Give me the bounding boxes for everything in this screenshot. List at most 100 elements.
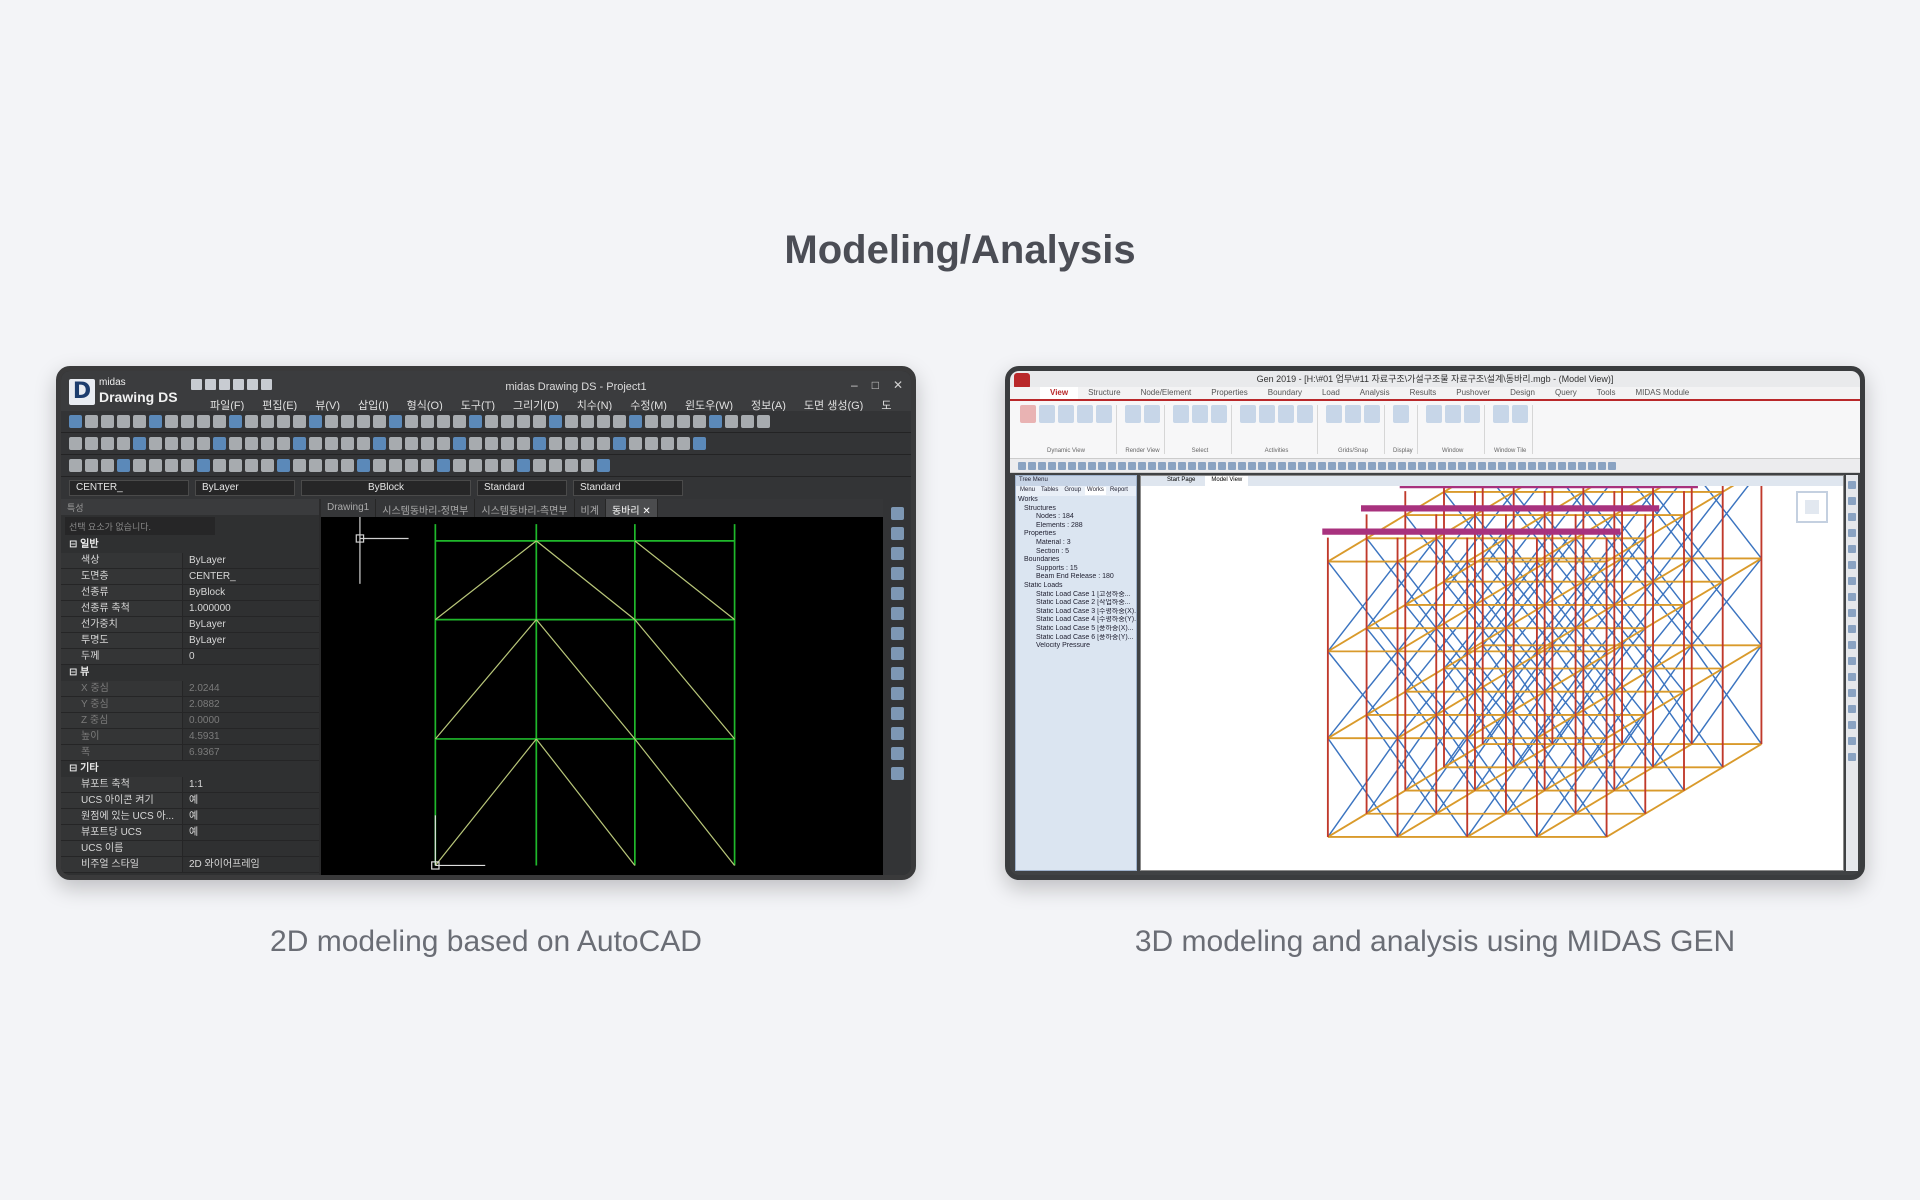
tree-item[interactable]: Static Loads (1016, 582, 1136, 591)
dim-style-select[interactable]: Standard (573, 480, 683, 496)
tool-icon[interactable] (1848, 737, 1856, 745)
toolbar-tool-icon[interactable] (645, 415, 658, 428)
toolbar-tool-icon[interactable] (565, 437, 578, 450)
toolbar-tool-icon[interactable] (1228, 461, 1236, 470)
toolbar-tool-icon[interactable] (1338, 461, 1346, 470)
toolbar-tool-icon[interactable] (597, 437, 610, 450)
toolbar-tool-icon[interactable] (357, 437, 370, 450)
property-row[interactable]: 높이 4.5931 (61, 729, 319, 745)
property-row[interactable]: 선가중치 ByLayer (61, 617, 319, 633)
toolbar-tool-icon[interactable] (1138, 461, 1146, 470)
tool-icon[interactable] (1848, 481, 1856, 489)
toolbar-tool-icon[interactable] (517, 459, 530, 472)
property-row[interactable]: 투명도 ByLayer (61, 633, 319, 649)
ribbon-tool-icon[interactable] (1278, 405, 1294, 423)
toolbar-tool-icon[interactable] (181, 415, 194, 428)
toolbar-tool-icon[interactable] (373, 415, 386, 428)
toolbar-tool-icon[interactable] (709, 415, 722, 428)
tool-icon[interactable] (890, 587, 904, 600)
minimize-icon[interactable]: – (851, 378, 858, 392)
toolbar-tool-icon[interactable] (261, 415, 274, 428)
tool-icon[interactable] (890, 527, 904, 540)
toolbar-tool-icon[interactable] (421, 415, 434, 428)
toolbar-tool-icon[interactable] (581, 437, 594, 450)
toolbar-tool-icon[interactable] (1478, 461, 1486, 470)
toolbar-tool-icon[interactable] (85, 459, 98, 472)
document-tab[interactable]: Drawing1 (321, 499, 377, 517)
toolbar-tool-icon[interactable] (325, 415, 338, 428)
toolbar-tool-icon[interactable] (1018, 461, 1026, 470)
toolbar-tool-icon[interactable] (213, 437, 226, 450)
tree-tab[interactable]: Works (1085, 487, 1106, 495)
toolbar-tool-icon[interactable] (1068, 461, 1076, 470)
toolbar-tool-icon[interactable] (405, 459, 418, 472)
tool-icon[interactable] (890, 647, 904, 660)
tool-icon[interactable] (1848, 609, 1856, 617)
toolbar-tool-icon[interactable] (133, 459, 146, 472)
property-row[interactable]: 원점에 있는 UCS 아... 예 (61, 809, 319, 825)
toolbar-tool-icon[interactable] (533, 437, 546, 450)
toolbar-tool-icon[interactable] (1298, 461, 1306, 470)
toolbar-tool-icon[interactable] (405, 415, 418, 428)
property-row[interactable]: 폭 6.9367 (61, 745, 319, 761)
ribbon-tab[interactable]: Query (1545, 387, 1587, 399)
tool-icon[interactable] (890, 707, 904, 720)
toolbar-tool-icon[interactable] (1418, 461, 1426, 470)
toolbar-tool-icon[interactable] (1608, 461, 1616, 470)
ribbon-tool-icon[interactable] (1463, 405, 1480, 423)
toolbar-tool-icon[interactable] (1188, 461, 1196, 470)
property-row[interactable]: 두께 0 (61, 649, 319, 665)
toolbar-tool-icon[interactable] (1058, 461, 1066, 470)
toolbar-tool-icon[interactable] (245, 415, 258, 428)
ribbon-tool-icon[interactable] (1444, 405, 1461, 423)
tool-icon[interactable] (1848, 593, 1856, 601)
tool-icon[interactable] (1848, 689, 1856, 697)
property-category[interactable]: ⊟ 뷰 (61, 665, 319, 681)
tool-icon[interactable] (890, 507, 904, 520)
ribbon-tab[interactable]: Results (1400, 387, 1447, 399)
toolbar-tool-icon[interactable] (149, 415, 162, 428)
toolbar-tool-icon[interactable] (453, 437, 466, 450)
toolbar-tool-icon[interactable] (1198, 461, 1206, 470)
toolbar-tool-icon[interactable] (293, 415, 306, 428)
toolbar-tool-icon[interactable] (1208, 461, 1216, 470)
view-tab[interactable]: Start Page (1161, 476, 1201, 486)
property-row[interactable]: 도면층 CENTER_ (61, 569, 319, 585)
toolbar-tool-icon[interactable] (1528, 461, 1536, 470)
toolbar-tool-icon[interactable] (597, 415, 610, 428)
document-tab[interactable]: 비계 (575, 499, 606, 517)
tool-icon[interactable] (1848, 625, 1856, 633)
maximize-icon[interactable]: □ (872, 378, 879, 392)
toolbar-tool-icon[interactable] (165, 459, 178, 472)
toolbar-tool-icon[interactable] (1518, 461, 1526, 470)
toolbar-tool-icon[interactable] (437, 459, 450, 472)
tree-item[interactable]: Beam End Release : 180 (1016, 573, 1136, 582)
toolbar-tool-icon[interactable] (677, 415, 690, 428)
toolbar-tool-icon[interactable] (149, 437, 162, 450)
ribbon-tool-icon[interactable] (1039, 405, 1055, 423)
property-row[interactable]: 선종류 축척 1.000000 (61, 601, 319, 617)
ribbon-tool-icon[interactable] (1511, 405, 1528, 423)
toolbar-tool-icon[interactable] (1048, 461, 1056, 470)
ribbon-tool-icon[interactable] (1393, 405, 1409, 423)
toolbar-tool-icon[interactable] (661, 437, 674, 450)
toolbar-tool-icon[interactable] (1328, 461, 1336, 470)
ribbon-tab[interactable]: Properties (1201, 387, 1257, 399)
toolbar-tool-icon[interactable] (1128, 461, 1136, 470)
toolbar-tool-icon[interactable] (69, 415, 82, 428)
toolbar-tool-icon[interactable] (229, 459, 242, 472)
ribbon-tool-icon[interactable] (1326, 405, 1342, 423)
toolbar-tool-icon[interactable] (133, 415, 146, 428)
toolbar-tool-icon[interactable] (245, 437, 258, 450)
toolbar-tool-icon[interactable] (325, 459, 338, 472)
tool-icon[interactable] (1848, 561, 1856, 569)
toolbar-tool-icon[interactable] (1218, 461, 1226, 470)
toolbar-tool-icon[interactable] (357, 415, 370, 428)
tree-item[interactable]: Static Load Case 6 [풍하중(Y)... (1016, 634, 1136, 643)
ribbon-tool-icon[interactable] (1364, 405, 1380, 423)
ribbon-tool-icon[interactable] (1096, 405, 1112, 423)
toolbar-tool-icon[interactable] (1308, 461, 1316, 470)
toolbar-tool-icon[interactable] (1468, 461, 1476, 470)
tree-item[interactable]: Supports : 15 (1016, 565, 1136, 574)
tree-tab[interactable]: Report (1108, 487, 1130, 495)
